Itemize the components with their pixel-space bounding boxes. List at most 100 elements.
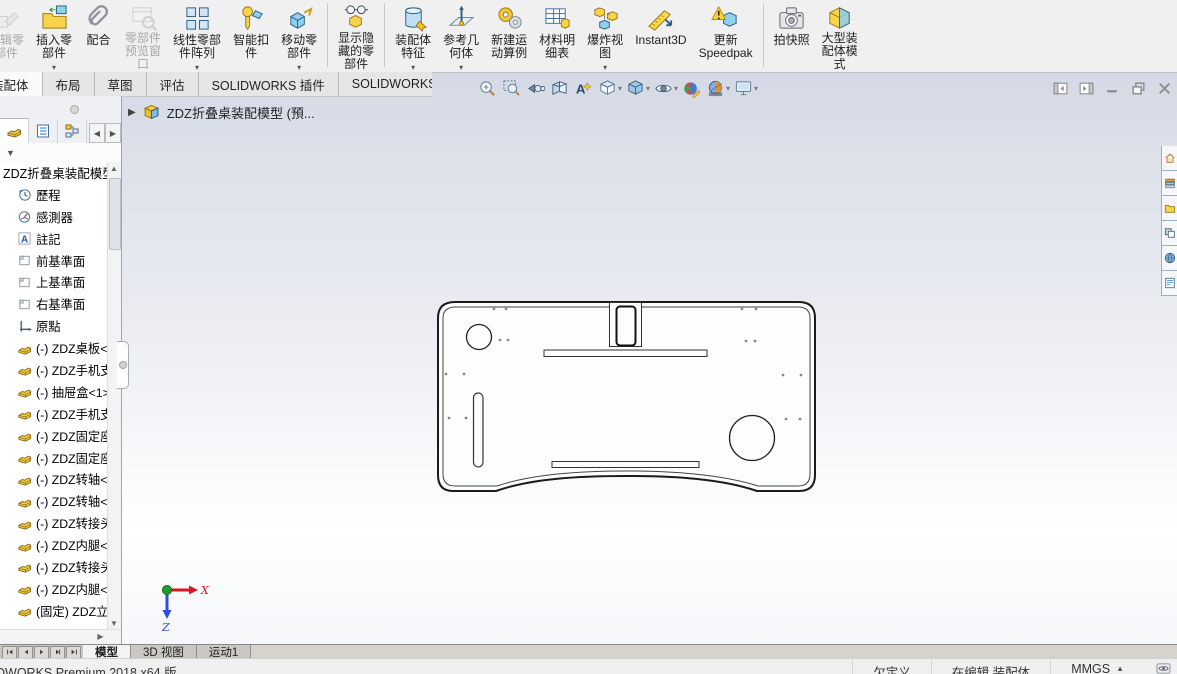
fm-tabs-right-arrow[interactable]: ▶	[105, 123, 121, 143]
tree-item[interactable]: (-) ZDZ桌板<1	[0, 337, 108, 359]
apply-scene-button[interactable]: ▾	[706, 79, 730, 98]
tp-appearances-tab[interactable]	[1161, 246, 1177, 271]
speedpak-button[interactable]: 更新 Speedpak	[693, 1, 759, 72]
tree-item[interactable]: (固定) ZDZ立腿	[0, 600, 108, 622]
tree-item[interactable]: (-) ZDZ固定座<	[0, 447, 108, 469]
nav-first-button[interactable]	[2, 645, 17, 659]
tree-item[interactable]: 右基準面	[0, 293, 108, 315]
exploded-view-button[interactable]: 爆炸视 图 ▾	[581, 1, 629, 72]
tp-design-library-tab[interactable]	[1161, 171, 1177, 196]
mate-button[interactable]: 配合	[78, 1, 119, 72]
command-manager-tab[interactable]: 装配体	[0, 72, 43, 96]
smart-fasteners-button[interactable]: 智能扣 件	[227, 1, 275, 72]
tree-item[interactable]: (-) ZDZ手机支架	[0, 359, 108, 381]
breadcrumb-expander[interactable]: ▶	[128, 107, 136, 118]
tree-root-item[interactable]: ZDZ折叠桌装配模型	[0, 162, 108, 184]
view-settings-button[interactable]: ▾	[734, 79, 758, 98]
tree-item[interactable]: 上基準面	[0, 271, 108, 293]
tree-item[interactable]: A 註記	[0, 228, 108, 250]
large-assembly-button[interactable]: 大型装 配体模 式	[816, 1, 864, 72]
assembly-features-button[interactable]: 装配体 特征 ▾	[389, 1, 437, 72]
tree-item[interactable]: (-) ZDZ内腿<1	[0, 534, 108, 556]
bom-button[interactable]: 材料明 细表	[533, 1, 581, 72]
view-annotations-button[interactable]: A	[574, 79, 594, 98]
tree-item[interactable]: 前基準面	[0, 250, 108, 272]
minimize-button[interactable]	[1104, 80, 1121, 97]
tree-item[interactable]: (-) ZDZ固定座<	[0, 425, 108, 447]
tree-item[interactable]: (-) 抽屉盒<1>	[0, 381, 108, 403]
fm-tabs-left-arrow[interactable]: ◀	[89, 123, 105, 143]
move-component-button[interactable]: 移动零 部件 ▾	[275, 1, 323, 72]
tree-filter-dropdown[interactable]: ▼	[0, 143, 121, 163]
tree-vertical-scrollbar[interactable]: ▲ ▼	[107, 162, 121, 630]
view-orientation-button[interactable]: ▾	[598, 79, 622, 98]
tree-item[interactable]: (-) ZDZ转接头<	[0, 556, 108, 578]
scrollbar-thumb[interactable]	[109, 178, 121, 250]
view-orientation-icon	[598, 79, 617, 98]
document-tab[interactable]: 3D 视图	[131, 645, 197, 659]
nav-next2-button[interactable]	[50, 645, 65, 659]
reference-geometry-button[interactable]: 参考几 何体 ▾	[437, 1, 485, 72]
zoom-area-button[interactable]	[502, 79, 522, 98]
command-button-label: 线性零部 件阵列	[173, 33, 222, 60]
command-manager-tab[interactable]: 评估	[146, 72, 199, 96]
tree-item[interactable]: (-) ZDZ转接头<	[0, 512, 108, 534]
tree-item[interactable]: (-) ZDZ转轴<1	[0, 468, 108, 490]
part-icon	[17, 384, 32, 399]
edit-component-button[interactable]: 编辑零 部件	[0, 1, 30, 72]
document-tab[interactable]: 模型	[83, 645, 131, 659]
scroll-up-arrow[interactable]: ▲	[108, 162, 120, 175]
linear-pattern-button[interactable]: 线性零部 件阵列 ▾	[167, 1, 227, 72]
large-assembly-icon	[825, 3, 854, 32]
status-item[interactable]: 在编辑 装配体	[930, 659, 1050, 674]
zoom-fit-button[interactable]	[478, 79, 498, 98]
command-manager-tab[interactable]: SOLIDWORKS 插件	[198, 72, 339, 96]
panel-splitter-handle[interactable]	[117, 341, 129, 389]
tp-file-explorer-tab[interactable]	[1161, 196, 1177, 221]
tree-item[interactable]: (-) ZDZ手机支架	[0, 403, 108, 425]
edit-appearance-button[interactable]	[682, 79, 702, 98]
panel-drag-handle[interactable]	[70, 105, 79, 114]
snapshot-button[interactable]: 拍快照	[768, 1, 816, 72]
tree-item-label: 感測器	[36, 210, 73, 225]
status-item[interactable]: 欠定义	[852, 659, 931, 674]
tab-property-manager[interactable]	[29, 119, 58, 143]
tab-configuration-manager[interactable]	[58, 119, 87, 143]
close-button[interactable]	[1156, 80, 1173, 97]
tree-item[interactable]: 原點	[0, 315, 108, 337]
hide-show-items-button[interactable]: ▾	[654, 79, 678, 98]
previous-view-button[interactable]	[526, 79, 546, 98]
document-tab[interactable]: 运动1	[196, 645, 252, 659]
part-icon	[17, 450, 32, 465]
tp-home-tab[interactable]	[1161, 146, 1177, 171]
nav-prev-button[interactable]	[18, 645, 33, 659]
nav-last-button[interactable]	[66, 645, 81, 659]
restore-button[interactable]	[1130, 80, 1147, 97]
tab-featuremanager-tree[interactable]	[0, 118, 29, 143]
status-item[interactable]: MMGS ▲	[1050, 659, 1144, 674]
tree-horizontal-scrollbar[interactable]: ▶	[0, 629, 121, 645]
panel-collapse-left-button[interactable]	[1052, 80, 1069, 97]
tree-item[interactable]: 歷程	[0, 184, 108, 206]
show-hidden-button[interactable]: 显示隐 藏的零 部件	[332, 1, 380, 72]
command-manager-tab[interactable]: SOLIDWORKS MBD	[338, 72, 432, 96]
tree-item[interactable]: (-) ZDZ内腿<2	[0, 578, 108, 600]
tp-view-palette-tab[interactable]	[1161, 221, 1177, 246]
insert-component-button[interactable]: 插入零 部件 ▾	[30, 1, 78, 72]
component-preview-button[interactable]: 零部件 预览窗 口	[119, 1, 167, 72]
breadcrumb-label[interactable]: ZDZ折叠桌装配模型 (預...	[167, 103, 315, 122]
command-manager-tab[interactable]: 布局	[42, 72, 95, 96]
tp-custom-properties-tab[interactable]	[1161, 271, 1177, 296]
instant3d-button[interactable]: Instant3D	[629, 1, 692, 72]
display-style-button[interactable]: ▾	[626, 79, 650, 98]
section-view-button[interactable]	[550, 79, 570, 98]
panel-collapse-right-button[interactable]	[1078, 80, 1095, 97]
nav-next-button[interactable]	[34, 645, 49, 659]
command-manager-tab[interactable]: 草图	[94, 72, 147, 96]
tree-item[interactable]: (-) ZDZ转轴<2	[0, 490, 108, 512]
status-icon[interactable]	[1156, 661, 1171, 674]
graphics-viewport[interactable]	[121, 72, 1177, 645]
scroll-right-arrow[interactable]: ▶	[94, 631, 107, 643]
motion-study-button[interactable]: 新建运 动算例	[485, 1, 533, 72]
tree-item[interactable]: 感測器	[0, 206, 108, 228]
